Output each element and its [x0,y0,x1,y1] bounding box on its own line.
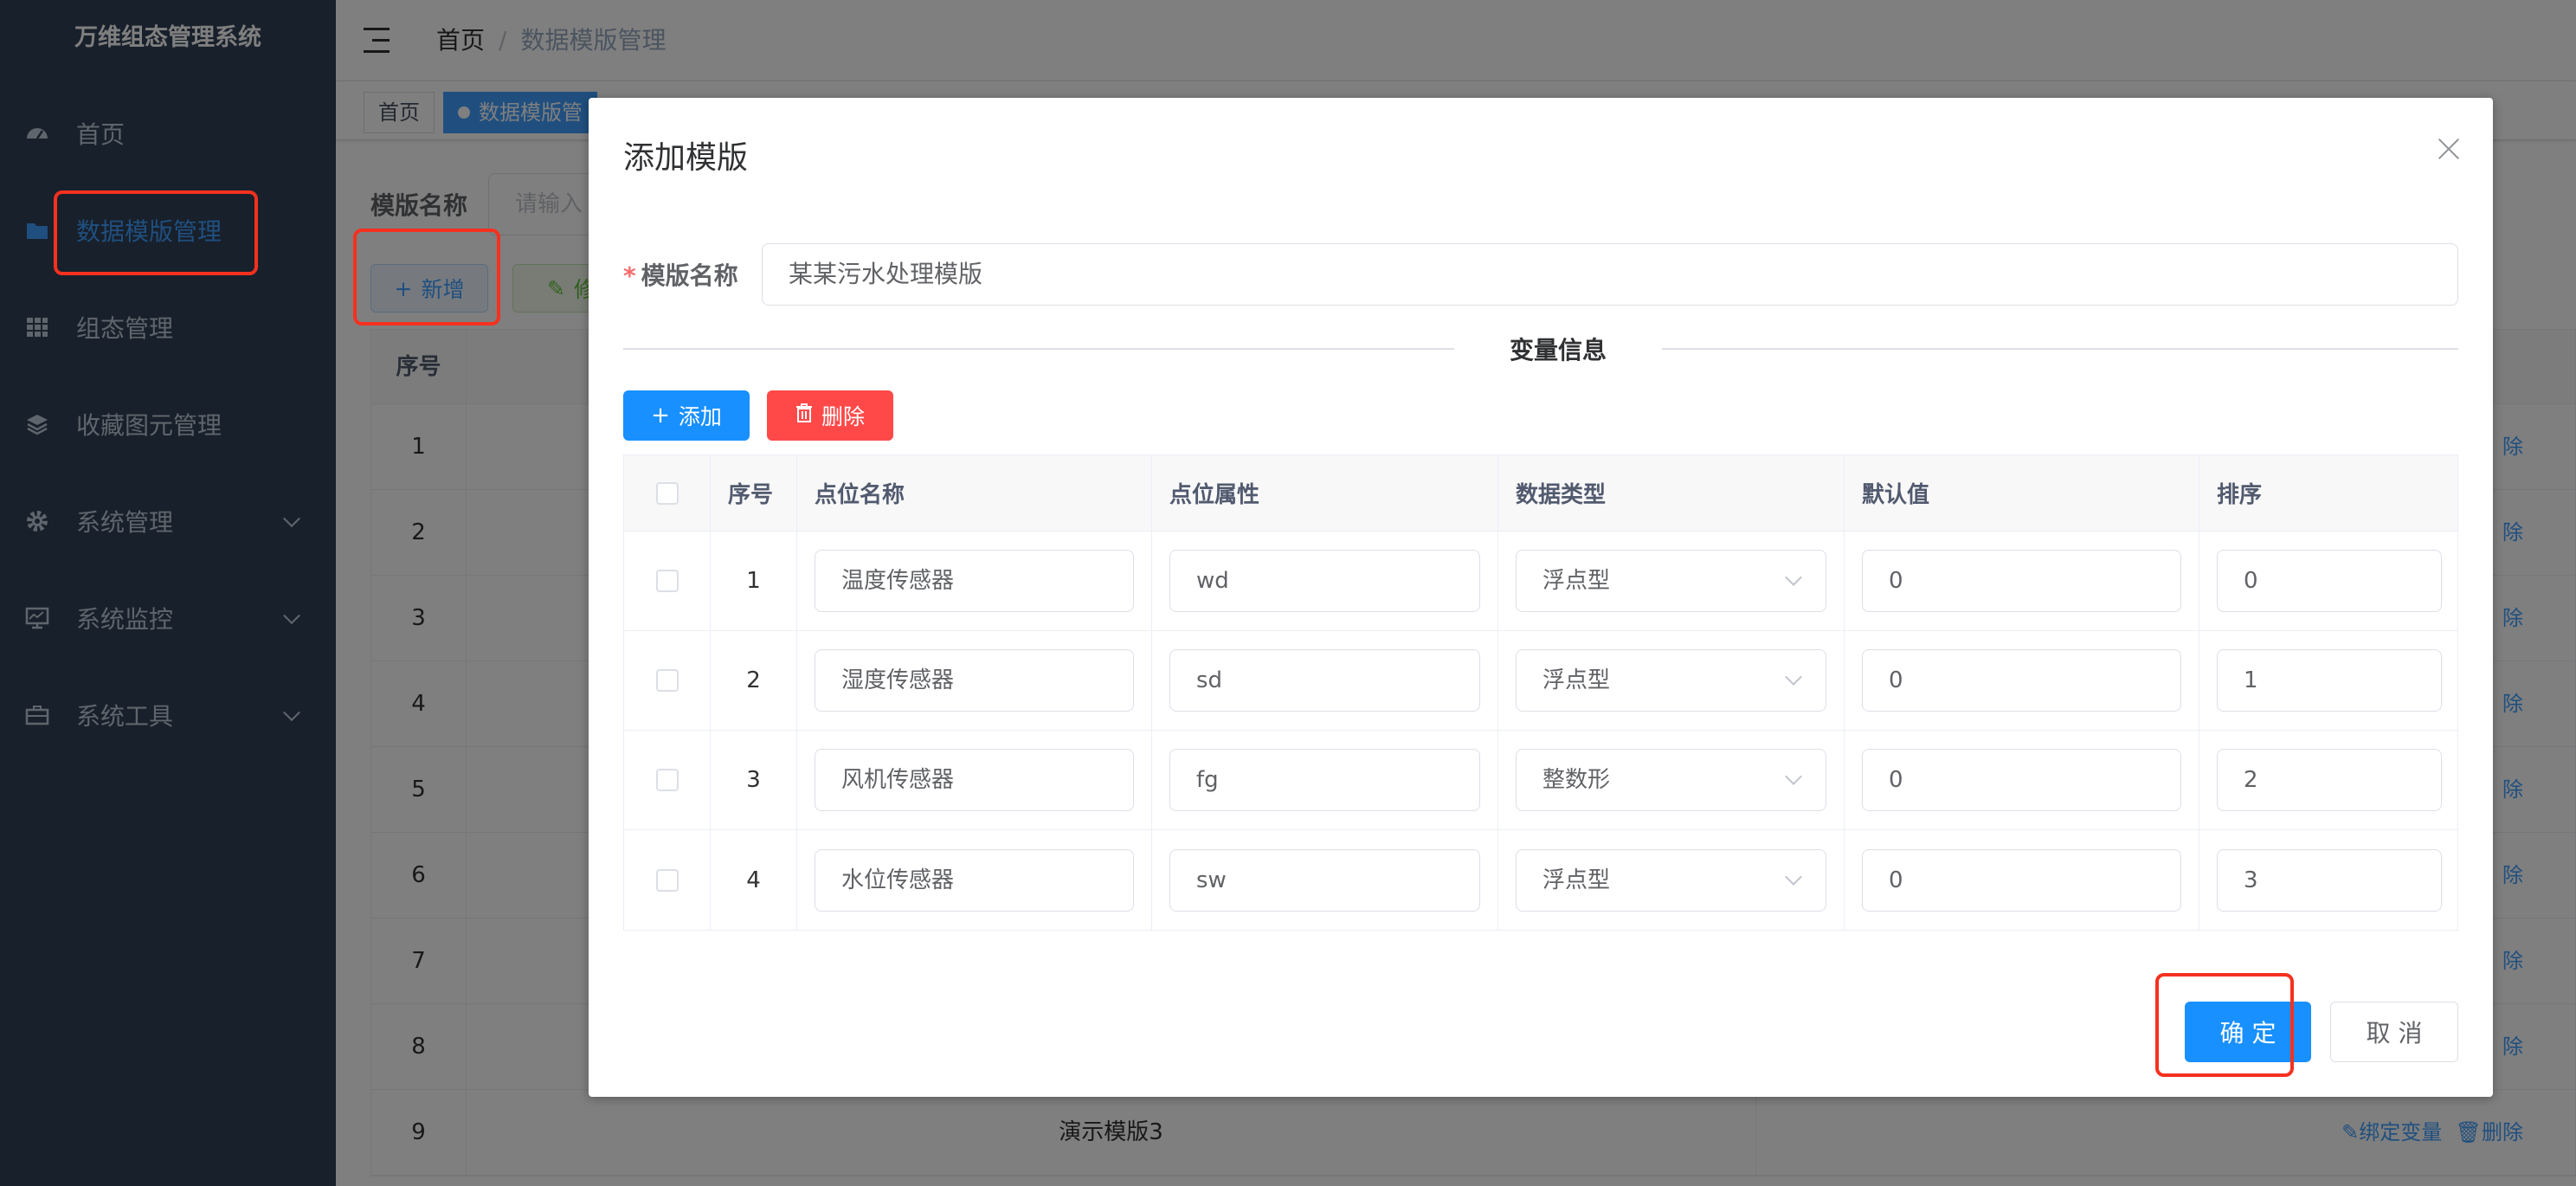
trash-icon [795,403,813,429]
delete-variable-button[interactable]: 删除 [767,390,893,441]
dialog-title: 添加模版 [623,140,749,176]
select-all-checkbox[interactable] [655,481,679,505]
cancel-button[interactable]: 取 消 [2330,1002,2458,1062]
chevron-down-icon [1785,569,1802,586]
row-checkbox[interactable] [655,769,679,791]
section-title: 变量信息 [1472,332,1645,366]
point-attr-input[interactable]: sw [1169,848,1480,912]
data-type-select[interactable]: 浮点型 [1516,649,1826,712]
highlight-add-button [353,229,500,326]
variable-table: 序号 点位名称 点位属性 数据类型 默认值 排序 1 温度传感器 wd 浮点型 … [623,454,2458,931]
default-value-input[interactable]: 0 [1862,550,2181,612]
table-row: 3 风机传感器 fg 整数形 0 2 [624,731,2457,830]
order-input[interactable]: 0 [2217,550,2442,612]
chevron-down-icon [1785,768,1802,785]
template-name-input[interactable]: 某某污水处理模版 [762,243,2458,306]
divider [623,348,1454,350]
template-name-label: * 模版名称 [623,261,738,290]
data-type-select[interactable]: 整数形 [1516,749,1826,811]
point-name-input[interactable]: 温度传感器 [815,550,1134,612]
table-header: 序号 点位名称 点位属性 数据类型 默认值 排序 [624,455,2457,532]
row-checkbox[interactable] [655,868,679,892]
chevron-down-icon [1785,668,1802,686]
row-checkbox[interactable] [655,669,679,692]
table-row: 1 温度传感器 wd 浮点型 0 0 [624,532,2457,631]
order-input[interactable]: 1 [2217,649,2442,712]
close-icon[interactable] [2438,138,2460,160]
point-attr-input[interactable]: wd [1169,550,1480,612]
order-input[interactable]: 2 [2217,749,2442,811]
point-attr-input[interactable]: fg [1169,749,1480,811]
add-variable-button[interactable]: + 添加 [623,390,750,441]
point-attr-input[interactable]: sd [1169,649,1480,712]
row-checkbox[interactable] [655,570,679,592]
chevron-down-icon [1785,867,1802,886]
plus-icon: + [651,403,670,429]
default-value-input[interactable]: 0 [1862,749,2181,811]
highlight-sidebar-item [54,190,258,275]
data-type-select[interactable]: 浮点型 [1516,550,1826,612]
table-row: 4 水位传感器 sw 浮点型 0 3 [624,830,2457,930]
data-type-select[interactable]: 浮点型 [1516,848,1826,912]
add-template-dialog: 添加模版 * 模版名称 某某污水处理模版 变量信息 + 添加 删除 序号 点位名称 … [589,98,2493,1097]
default-value-input[interactable]: 0 [1862,848,2181,912]
table-row: 2 湿度传感器 sd 浮点型 0 1 [624,631,2457,731]
highlight-confirm-button [2155,973,2294,1077]
default-value-input[interactable]: 0 [1862,649,2181,712]
divider [1662,348,2458,350]
point-name-input[interactable]: 风机传感器 [815,749,1134,811]
order-input[interactable]: 3 [2217,848,2442,912]
point-name-input[interactable]: 湿度传感器 [815,649,1134,712]
point-name-input[interactable]: 水位传感器 [815,848,1134,912]
